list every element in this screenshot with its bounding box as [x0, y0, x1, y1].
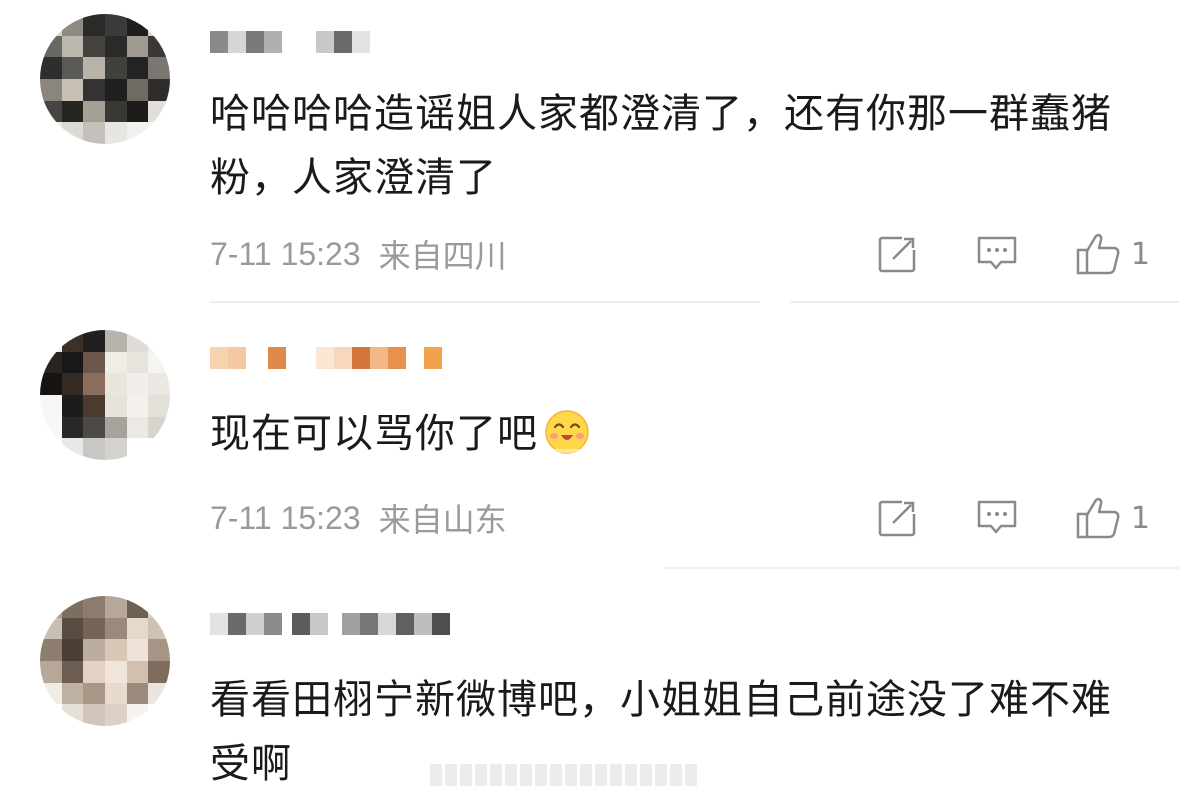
comment-time: 7-11 15:23: [210, 235, 361, 272]
like-count: 1: [1130, 500, 1150, 536]
share-button[interactable]: [877, 498, 919, 538]
like-count: 1: [1130, 236, 1150, 272]
share-icon: [878, 235, 917, 273]
comment-meta: 7-11 15:23 来自四川 1: [210, 232, 1150, 276]
reply-button[interactable]: [975, 498, 1019, 538]
happy-face-emoji-icon: [545, 410, 589, 454]
comment-time: 7-11 15:23: [210, 499, 361, 536]
like-icon: [1076, 233, 1120, 275]
comment-icon: [977, 500, 1017, 534]
comment-location: 来自四川: [378, 237, 507, 275]
avatar[interactable]: [40, 330, 170, 460]
divider: [210, 301, 760, 303]
username-obscured[interactable]: [210, 340, 442, 376]
username-obscured[interactable]: [210, 24, 370, 60]
share-icon: [878, 499, 917, 537]
comment-actions: 1: [821, 496, 1150, 540]
username-obscured[interactable]: [210, 606, 450, 642]
comment-text-content: 现在可以骂你了吧: [210, 411, 538, 457]
comment-meta: 7-11 15:23 来自山东 1: [210, 496, 1150, 540]
like-button[interactable]: 1: [1075, 496, 1150, 540]
comment-text: 哈哈哈哈造谣姐人家都澄清了，还有你那一群蠢猪粉，人家澄清了: [210, 91, 1112, 201]
divider: [665, 567, 1179, 569]
comment-text: 现在可以骂你了吧: [210, 402, 1130, 466]
divider: [790, 301, 1179, 303]
comment-location: 来自山东: [378, 501, 507, 539]
share-button[interactable]: [877, 234, 919, 274]
like-button[interactable]: 1: [1075, 232, 1150, 276]
avatar[interactable]: [40, 14, 170, 144]
avatar[interactable]: [40, 596, 170, 726]
comment-icon: [977, 236, 1017, 270]
watermark: [430, 760, 720, 790]
comment-actions: 1: [821, 232, 1150, 276]
reply-button[interactable]: [975, 234, 1019, 274]
like-icon: [1076, 497, 1120, 539]
